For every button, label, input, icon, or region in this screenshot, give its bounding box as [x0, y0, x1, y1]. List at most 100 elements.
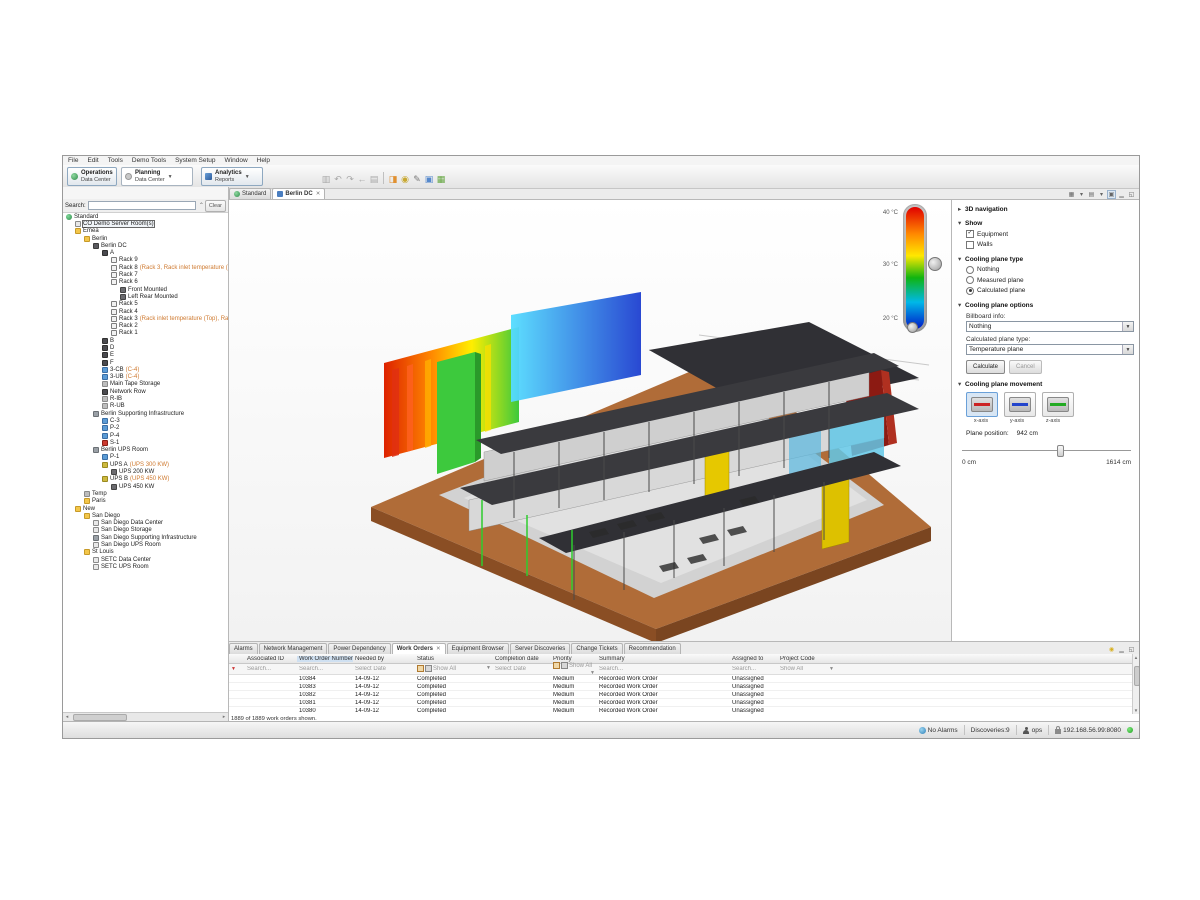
z-axis-button[interactable] [1042, 392, 1074, 417]
tree-item-ups-200-kw[interactable]: UPS 200 KW [63, 468, 228, 475]
column-header-summary[interactable]: Summary [597, 656, 730, 662]
tree-item-rack-8[interactable]: Rack 8(Rack 3, Rack inlet temperature (T… [63, 264, 228, 271]
bottom-tab-work-orders[interactable]: Work Orders✕ [392, 643, 446, 654]
export-icon[interactable]: ◨ [387, 172, 399, 186]
column-header-priority[interactable]: Priority [551, 656, 597, 662]
wrench-icon[interactable]: ✎ [411, 172, 423, 186]
undo-icon[interactable]: ↶ [332, 172, 344, 186]
tree-item-p-1[interactable]: P-1 [63, 454, 228, 461]
tree-item-front-mounted[interactable]: Front Mounted [63, 286, 228, 293]
table-row[interactable]: 1038314-09-12CompletedMediumRecorded Wor… [229, 683, 1132, 691]
nothing-radio-row[interactable]: Nothing [966, 266, 1135, 274]
tree-item-3-cb[interactable]: 3-CB(C-4) [63, 366, 228, 373]
bottom-tab-alarms[interactable]: Alarms [229, 643, 258, 654]
tree-item-san-diego-data-center[interactable]: San Diego Data Center [63, 519, 228, 526]
calendar-icon[interactable] [417, 665, 424, 672]
save-icon[interactable]: ▥ [320, 172, 332, 186]
filter-status[interactable]: Show All▼ [415, 665, 493, 672]
radio-icon[interactable] [966, 276, 974, 284]
calculated-plane-type-select[interactable]: Temperature plane ▼ [966, 344, 1134, 355]
editor-tab-standard[interactable]: Standard [229, 188, 271, 199]
tree-item-temp[interactable]: Temp [63, 490, 228, 497]
tree-item-d[interactable]: D [63, 344, 228, 351]
menu-file[interactable]: File [68, 157, 78, 164]
analytics-perspective-button[interactable]: Analytics Reports ▼ [201, 167, 263, 186]
back-icon[interactable]: ← [356, 172, 368, 186]
checkbox-icon[interactable] [966, 241, 974, 249]
x-axis-button[interactable] [966, 392, 998, 417]
tree-item-st-louis[interactable]: St Louis [63, 549, 228, 556]
tree-item-e[interactable]: E [63, 352, 228, 359]
bottom-tab-recommendation[interactable]: Recommendation [624, 643, 681, 654]
pin-icon[interactable]: ◉ [1107, 645, 1116, 654]
server-status[interactable]: 192.168.56.99:8080 [1055, 727, 1121, 734]
menu-edit[interactable]: Edit [87, 157, 98, 164]
tree-item-s-1[interactable]: S-1 [63, 439, 228, 446]
collapse-all-icon[interactable]: ⌃ [198, 201, 205, 210]
measured-plane-radio-row[interactable]: Measured plane [966, 276, 1135, 284]
layers-view-icon[interactable]: ▤ [1087, 190, 1096, 199]
tree-item-ups-a[interactable]: UPS A(UPS 300 KW) [63, 461, 228, 468]
tree-item-rack-3[interactable]: Rack 3(Rack inlet temperature (Top), Rac… [63, 315, 228, 322]
plane-position-slider[interactable] [962, 445, 1131, 455]
menu-window[interactable]: Window [225, 157, 248, 164]
tree-item-berlin-supporting-infrastructure[interactable]: Berlin Supporting Infrastructure [63, 410, 228, 417]
search-input[interactable] [88, 201, 196, 210]
close-icon[interactable]: ✕ [316, 191, 321, 197]
menu-help[interactable]: Help [257, 157, 270, 164]
genome-icon[interactable]: ▣ [423, 172, 435, 186]
tree-item-paris[interactable]: Paris [63, 498, 228, 505]
table-row[interactable]: 1038414-09-12CompletedMediumRecorded Wor… [229, 675, 1132, 683]
scroll-down-icon[interactable]: ▼ [1133, 708, 1139, 713]
calculate-button[interactable]: Calculate [966, 360, 1005, 374]
tree-item-berlin[interactable]: Berlin [63, 235, 228, 242]
column-header-project-code[interactable]: Project Code [778, 656, 836, 662]
scroll-up-icon[interactable]: ▲ [1133, 655, 1139, 660]
3d-viewport[interactable]: 40 °C 30 °C 20 °C [229, 199, 951, 641]
radio-icon[interactable] [966, 266, 974, 274]
tree-item-f[interactable]: F [63, 359, 228, 366]
calendar-icon[interactable] [425, 665, 432, 672]
layout-icon[interactable]: ▦ [435, 172, 447, 186]
column-header-status[interactable]: Status [415, 656, 493, 662]
scroll-thumb[interactable] [73, 714, 127, 721]
table-row[interactable]: 1038114-09-12CompletedMediumRecorded Wor… [229, 699, 1132, 707]
tree-item-rack-4[interactable]: Rack 4 [63, 308, 228, 315]
close-icon[interactable]: ✕ [436, 646, 441, 652]
tree-item-ups-450-kw[interactable]: UPS 450 KW [63, 483, 228, 490]
dropdown-icon[interactable]: ▾ [1077, 190, 1086, 199]
tree-item-a[interactable]: A [63, 249, 228, 256]
bottom-tab-power-dependency[interactable]: Power Dependency [328, 643, 390, 654]
menu-demo-tools[interactable]: Demo Tools [132, 157, 166, 164]
copy-icon[interactable]: ▤ [368, 172, 380, 186]
section-cooling-plane-movement[interactable]: ▾Cooling plane movement [958, 380, 1135, 388]
tree-item-san-diego[interactable]: San Diego [63, 512, 228, 519]
filter-associated-id[interactable]: Search... [245, 666, 297, 672]
restore-icon[interactable]: ◱ [1127, 190, 1136, 199]
tree-item-san-diego-ups-room[interactable]: San Diego UPS Room [63, 541, 228, 548]
chevron-down-icon[interactable]: ▼ [486, 665, 491, 671]
tree-item-c-3[interactable]: C-3 [63, 417, 228, 424]
filter-assigned-to[interactable]: Search... [730, 666, 778, 672]
tree-item-san-diego-supporting-infrastructure[interactable]: San Diego Supporting Infrastructure [63, 534, 228, 541]
scale-settings-knob[interactable] [907, 322, 918, 333]
tree-item-rack-5[interactable]: Rack 5 [63, 301, 228, 308]
table-row[interactable]: 1038014-09-12CompletedMediumRecorded Wor… [229, 707, 1132, 714]
restore-icon[interactable]: ◱ [1127, 645, 1136, 654]
billboard-info-select[interactable]: Nothing ▼ [966, 321, 1134, 332]
bottom-tab-equipment-browser[interactable]: Equipment Browser [447, 643, 509, 654]
bottom-tab-network-management[interactable]: Network Management [259, 643, 328, 654]
calculated-plane-radio-row[interactable]: Calculated plane [966, 287, 1135, 295]
tree-item-p-4[interactable]: P-4 [63, 432, 228, 439]
tree-item-standard[interactable]: Standard [63, 213, 228, 220]
section-3d-navigation[interactable]: ▸3D navigation [958, 205, 1135, 213]
filter-needed-by[interactable]: Select Date [353, 666, 415, 672]
column-header-completion-date[interactable]: Completion date [493, 656, 551, 662]
chevron-down-icon[interactable]: ▼ [245, 174, 250, 180]
tree-item-3-ub[interactable]: 3-UB(C-4) [63, 374, 228, 381]
vertical-scrollbar[interactable]: ▲ ▼ [1132, 654, 1139, 714]
tree-item-san-diego-storage[interactable]: San Diego Storage [63, 527, 228, 534]
filter-summary[interactable]: Search... [597, 666, 730, 672]
checkbox-checked-icon[interactable]: ✓ [966, 230, 974, 238]
discoveries-status[interactable]: Discoveries:9 [971, 727, 1010, 734]
